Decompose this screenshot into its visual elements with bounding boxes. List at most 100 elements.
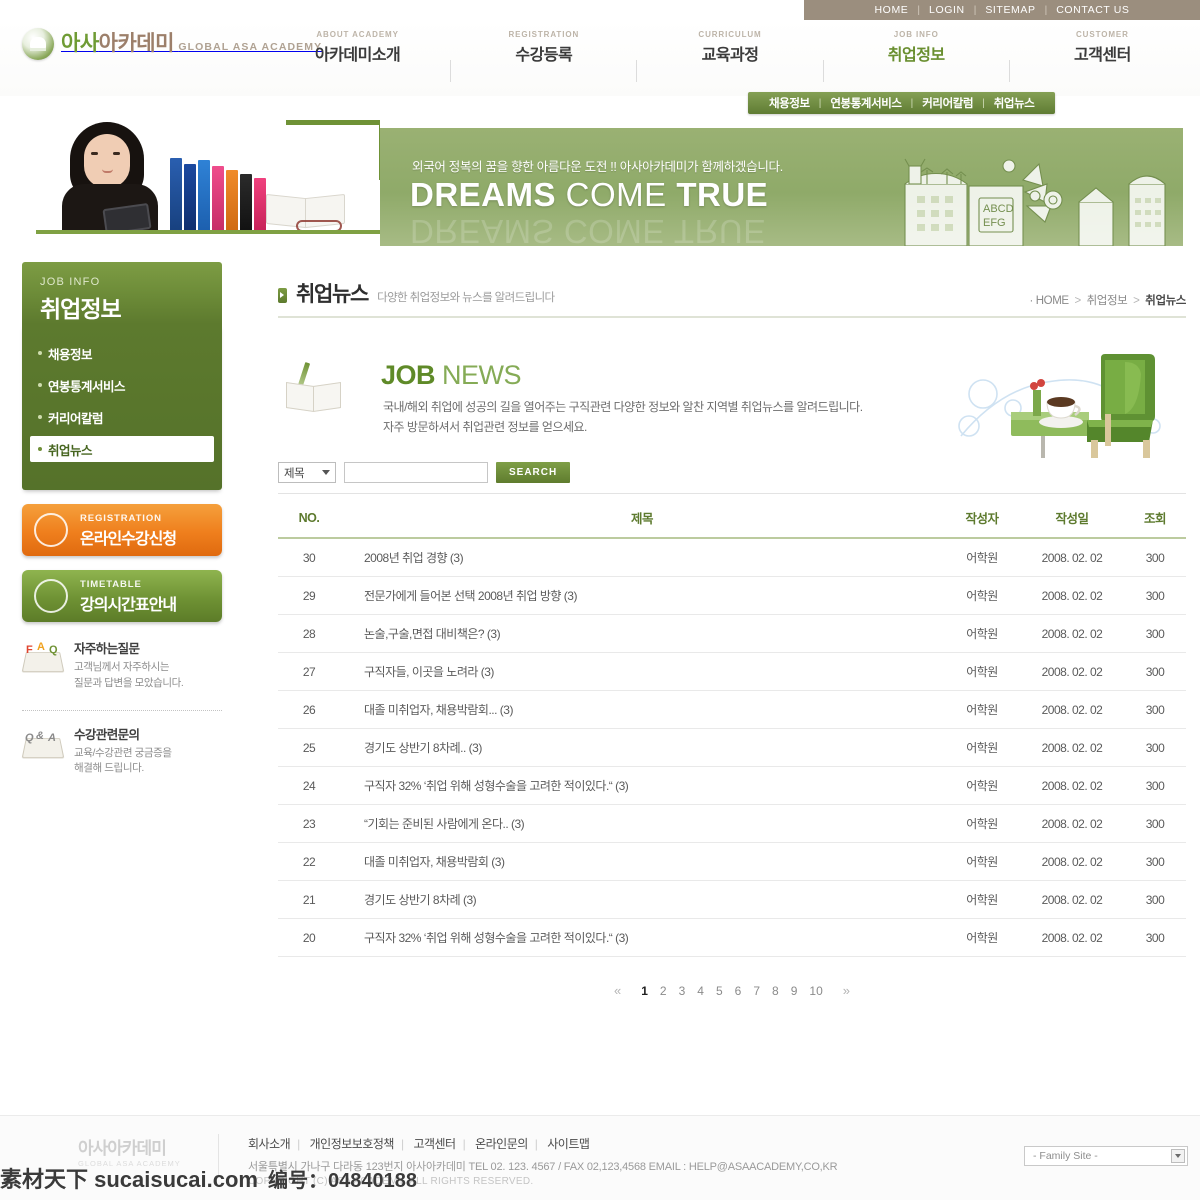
pagination-page-1[interactable]: 1 <box>635 984 654 998</box>
sidebar-item-career-column[interactable]: 커리어칼럼 <box>30 404 214 430</box>
footer-link-privacy[interactable]: 개인정보보호정책 <box>303 1137 401 1151</box>
pagination-page-3[interactable]: 3 <box>673 984 692 998</box>
svg-text:EFG: EFG <box>983 217 1006 229</box>
cell-no: 27 <box>278 652 340 691</box>
nav-item-en: JOB INFO <box>893 30 939 39</box>
sidebar-header: JOB INFO 취업정보 <box>22 262 222 324</box>
pagination-prev[interactable]: « <box>600 983 635 998</box>
nav-item-registration[interactable]: REGISTRATION 수강등록 <box>451 30 636 86</box>
title-bullet-icon <box>278 288 287 303</box>
utility-link-sitemap[interactable]: SITEMAP <box>976 4 1044 16</box>
breadcrumb: · HOME > 취업정보 > 취업뉴스 <box>1030 292 1187 308</box>
sidebar-item-job-news[interactable]: 취업뉴스 <box>30 436 214 462</box>
help-item-qna[interactable]: Q & A 수강관련문의 교육/수강관련 궁금증을 해결해 드립니다. <box>21 709 222 790</box>
family-site-select[interactable]: - Family Site - <box>1024 1146 1188 1166</box>
banner-timetable[interactable]: TIMETABLE 강의시간표안내 <box>22 570 222 622</box>
page-title-row: 취업뉴스 다양한 취업정보와 뉴스를 알려드립니다 · HOME > 취업정보 … <box>278 278 1186 318</box>
cell-subject[interactable]: 논술,구술,면접 대비책은? (3) <box>340 614 944 653</box>
cell-date: 2008. 02. 02 <box>1020 804 1124 843</box>
pagination-page-9[interactable]: 9 <box>785 984 804 998</box>
table-row[interactable]: 20 구직자 32% ‘취업 위해 성형수술을 고려한 적이있다.“ (3) 어… <box>278 918 1186 957</box>
student-with-books-photo <box>18 112 380 234</box>
utility-link-home[interactable]: HOME <box>866 4 918 16</box>
pagination-page-7[interactable]: 7 <box>747 984 766 998</box>
cell-subject[interactable]: 전문가에게 들어본 선택 2008년 취업 방향 (3) <box>340 576 944 615</box>
banner-kr: 온라인수강신청 <box>80 531 177 548</box>
nav-item-en: CUSTOMER <box>1075 30 1129 39</box>
cell-no: 21 <box>278 880 340 919</box>
subnav-item-job-news[interactable]: 취업뉴스 <box>985 95 1044 111</box>
cell-no: 24 <box>278 766 340 805</box>
frame-accent-bottom <box>36 230 380 234</box>
nav-item-job-info[interactable]: JOB INFO 취업정보 <box>824 30 1009 86</box>
visual-tagline: 외국어 정복의 꿈을 향한 아름다운 도전 !! 아사아카데미가 함께하겠습니다… <box>412 160 783 174</box>
sidebar-item-salary-stats[interactable]: 연봉통계서비스 <box>30 372 214 398</box>
pagination-page-10[interactable]: 10 <box>803 984 828 998</box>
cell-subject[interactable]: 구직자 32% ‘취업 위해 성형수술을 고려한 적이있다.“ (3) <box>340 918 944 957</box>
student-figure-illustration <box>60 122 180 234</box>
breadcrumb-home[interactable]: HOME <box>1036 295 1069 307</box>
cell-subject[interactable]: 구직자 32% ‘취업 위해 성형수술을 고려한 적이있다.“ (3) <box>340 766 944 805</box>
cell-subject[interactable]: 2008년 취업 경향 (3) <box>340 538 944 577</box>
nav-item-about[interactable]: ABOUT ACADEMY 아카데미소개 <box>265 30 450 86</box>
help-item-faq[interactable]: F A Q 자주하는질문 고객님께서 자주하시는 질문과 답변을 모았습니다. <box>21 638 222 704</box>
utility-link-contact[interactable]: CONTACT US <box>1047 4 1138 16</box>
table-head: NO. 제목 작성자 작성일 조회 <box>278 496 1186 539</box>
nav-item-kr: 고객센터 <box>1073 47 1131 64</box>
breadcrumb-section[interactable]: 취업정보 <box>1087 295 1128 307</box>
table-row[interactable]: 25 경기도 상반기 8차례.. (3) 어학원 2008. 02. 02 30… <box>278 728 1186 767</box>
utility-link-login[interactable]: LOGIN <box>920 4 974 16</box>
footer-links: 회사소개 | 개인정보보호정책 | 고객센터 | 온라인문의 | 사이트맵 <box>248 1135 596 1152</box>
pagination-page-6[interactable]: 6 <box>729 984 748 998</box>
footer-link-sitemap[interactable]: 사이트맵 <box>540 1137 596 1151</box>
pagination-page-4[interactable]: 4 <box>691 984 710 998</box>
cell-subject[interactable]: 경기도 상반기 8차례 (3) <box>340 880 944 919</box>
search-button[interactable]: SEARCH <box>496 462 571 483</box>
cell-subject[interactable]: 대졸 미취업자, 채용박람회... (3) <box>340 690 944 729</box>
banner-en: REGISTRATION <box>80 513 162 524</box>
table-row[interactable]: 29 전문가에게 들어본 선택 2008년 취업 방향 (3) 어학원 2008… <box>278 576 1186 615</box>
footer-link-customer[interactable]: 고객센터 <box>406 1137 462 1151</box>
table-row[interactable]: 26 대졸 미취업자, 채용박람회... (3) 어학원 2008. 02. 0… <box>278 690 1186 729</box>
cell-subject[interactable]: “기회는 준비된 사람에게 온다.. (3) <box>340 804 944 843</box>
cell-date: 2008. 02. 02 <box>1020 728 1124 767</box>
qna-icon: Q & A <box>21 724 65 760</box>
subnav-item-career-column[interactable]: 커리어칼럼 <box>913 95 982 111</box>
visual-green-panel: 외국어 정복의 꿈을 향한 아름다운 도전 !! 아사아카데미가 함께하겠습니다… <box>380 128 1183 246</box>
footer-link-inquiry[interactable]: 온라인문의 <box>468 1137 535 1151</box>
footer-link-about[interactable]: 회사소개 <box>248 1137 297 1151</box>
nav-item-customer[interactable]: CUSTOMER 고객센터 <box>1010 30 1195 86</box>
subnav-item-recruit[interactable]: 채용정보 <box>760 95 819 111</box>
table-row[interactable]: 23 “기회는 준비된 사람에게 온다.. (3) 어학원 2008. 02. … <box>278 804 1186 843</box>
faq-icon: F A Q <box>21 638 65 674</box>
subnav-item-salary-stats[interactable]: 연봉통계서비스 <box>821 95 910 111</box>
table-row[interactable]: 27 구직자들, 이곳을 노려라 (3) 어학원 2008. 02. 02 30… <box>278 652 1186 691</box>
table-row[interactable]: 30 2008년 취업 경향 (3) 어학원 2008. 02. 02 300 <box>278 538 1186 577</box>
cell-subject[interactable]: 대졸 미취업자, 채용박람회 (3) <box>340 842 944 881</box>
cell-date: 2008. 02. 02 <box>1020 652 1124 691</box>
pagination-page-5[interactable]: 5 <box>710 984 729 998</box>
frame-accent-top <box>286 120 380 125</box>
table-row[interactable]: 21 경기도 상반기 8차례 (3) 어학원 2008. 02. 02 300 <box>278 880 1186 919</box>
search-input[interactable] <box>344 462 488 483</box>
pagination-next[interactable]: » <box>829 983 864 998</box>
logo-kr: 아사아카데미 <box>61 31 174 55</box>
table-row[interactable]: 28 논술,구술,면접 대비책은? (3) 어학원 2008. 02. 02 3… <box>278 614 1186 653</box>
cell-no: 23 <box>278 804 340 843</box>
table-row[interactable]: 24 구직자 32% ‘취업 위해 성형수술을 고려한 적이있다.“ (3) 어… <box>278 766 1186 805</box>
pagination-page-8[interactable]: 8 <box>766 984 785 998</box>
table-row[interactable]: 22 대졸 미취업자, 채용박람회 (3) 어학원 2008. 02. 02 3… <box>278 842 1186 881</box>
cell-writer: 어학원 <box>944 880 1020 919</box>
nav-item-curriculum[interactable]: CURRICULUM 교육과정 <box>637 30 822 86</box>
help-desc-1: 교육/수강관련 궁금증을 <box>74 746 172 759</box>
pagination-page-2[interactable]: 2 <box>654 984 673 998</box>
search-field-select[interactable]: 제목 <box>278 462 336 483</box>
table-body: 30 2008년 취업 경향 (3) 어학원 2008. 02. 02 300 … <box>278 538 1186 957</box>
cell-subject[interactable]: 경기도 상반기 8차례.. (3) <box>340 728 944 767</box>
cell-subject[interactable]: 구직자들, 이곳을 노려라 (3) <box>340 652 944 691</box>
sidebar-item-recruit[interactable]: 채용정보 <box>30 340 214 366</box>
banner-online-registration[interactable]: REGISTRATION 온라인수강신청 <box>22 504 222 556</box>
page-title-text: 취업뉴스 <box>296 283 369 306</box>
help-title: 자주하는질문 <box>74 642 140 656</box>
search-bar: 제목 SEARCH <box>278 462 1186 494</box>
